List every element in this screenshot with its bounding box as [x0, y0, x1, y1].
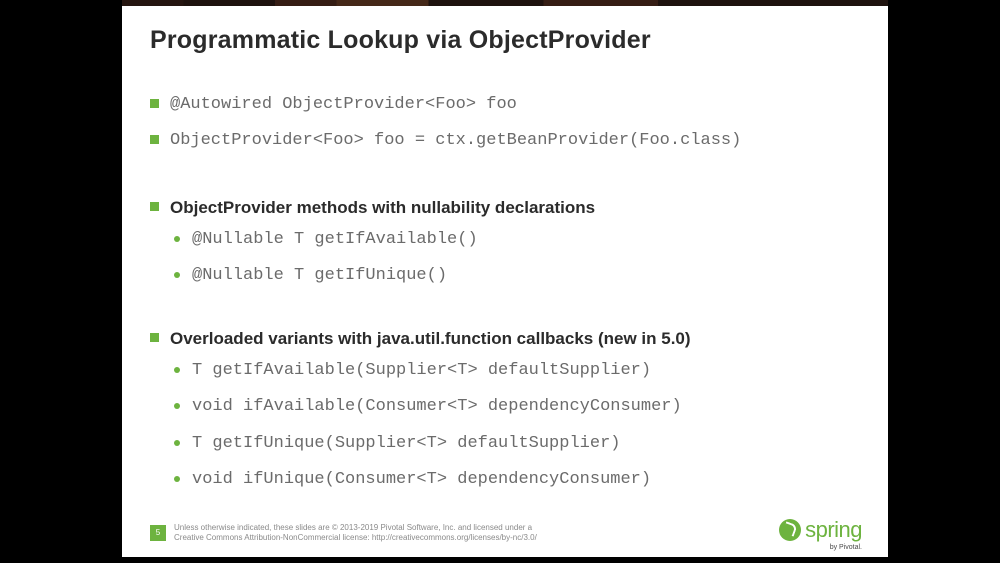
sub-bullet: void ifUnique(Consumer<T> dependencyCons…	[170, 467, 860, 493]
slide-title: Programmatic Lookup via ObjectProvider	[150, 26, 651, 55]
footer-line: Creative Commons Attribution-NonCommerci…	[174, 533, 537, 542]
footer-line: Unless otherwise indicated, these slides…	[174, 523, 532, 532]
bullet-heading-text: ObjectProvider methods with nullability …	[170, 198, 595, 217]
sub-bullet: void ifAvailable(Consumer<T> dependencyC…	[170, 394, 860, 420]
spring-logo-subtext: by Pivotal.	[830, 544, 862, 551]
sub-bullet: T getIfUnique(Supplier<T> defaultSupplie…	[170, 431, 860, 457]
bullet-heading: ObjectProvider methods with nullability …	[150, 195, 860, 290]
spring-leaf-icon	[779, 519, 801, 541]
bullet-group-3: Overloaded variants with java.util.funct…	[150, 326, 860, 494]
slide-content: @Autowired ObjectProvider<Foo> foo Objec…	[150, 92, 860, 503]
sub-bullet: @Nullable T getIfAvailable()	[170, 227, 860, 253]
slide: Programmatic Lookup via ObjectProvider @…	[122, 6, 888, 557]
bullet-group-1: @Autowired ObjectProvider<Foo> foo Objec…	[150, 92, 860, 155]
bullet-heading: Overloaded variants with java.util.funct…	[150, 326, 860, 494]
spring-logo: spring by Pivotal.	[779, 517, 862, 543]
sub-bullet: @Nullable T getIfUnique()	[170, 263, 860, 289]
footer-text: Unless otherwise indicated, these slides…	[174, 523, 537, 543]
footer: 5 Unless otherwise indicated, these slid…	[150, 523, 537, 543]
sub-bullets: T getIfAvailable(Supplier<T> defaultSupp…	[170, 358, 860, 493]
spring-logo-text: spring	[805, 517, 862, 543]
bullet-heading-text: Overloaded variants with java.util.funct…	[170, 329, 691, 348]
bullet-item: ObjectProvider<Foo> foo = ctx.getBeanPro…	[150, 128, 860, 154]
bullet-group-2: ObjectProvider methods with nullability …	[150, 195, 860, 290]
bullet-item: @Autowired ObjectProvider<Foo> foo	[150, 92, 860, 118]
sub-bullets: @Nullable T getIfAvailable() @Nullable T…	[170, 227, 860, 290]
page-number: 5	[150, 525, 166, 541]
stage: Programmatic Lookup via ObjectProvider @…	[0, 0, 1000, 563]
sub-bullet: T getIfAvailable(Supplier<T> defaultSupp…	[170, 358, 860, 384]
